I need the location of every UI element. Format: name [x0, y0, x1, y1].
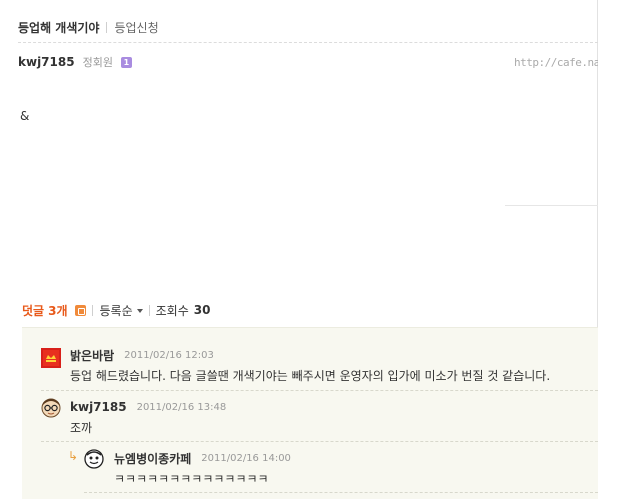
comment-list: 밝은바람 2011/02/16 12:03 등업 해드렸습니다. 다음 글쓸땐 …: [22, 327, 598, 499]
views-count: 30: [193, 303, 211, 317]
comment-count: 3개: [48, 303, 68, 318]
body-divider: [505, 205, 598, 206]
comment-date: 2011/02/16 14:00: [201, 452, 291, 464]
comment-item: 밝은바람 2011/02/16 12:03 등업 해드렸습니다. 다음 글쓸땐 …: [70, 347, 550, 384]
level-badge-icon: 1: [120, 56, 132, 68]
comment-author-link[interactable]: 밝은바람: [70, 347, 114, 364]
chevron-down-icon: [136, 309, 143, 313]
comment-divider: [84, 492, 598, 493]
comment-divider: [41, 441, 598, 442]
header-divider: [18, 42, 598, 43]
comment-text: ㅋㅋㅋㅋㅋㅋㅋㅋㅋㅋㅋㅋㅋㅋ: [114, 472, 269, 486]
author-row: kwj7185 정회원 1: [18, 53, 132, 71]
comment-date: 2011/02/16 13:48: [136, 401, 227, 413]
comment-toggle-icon[interactable]: [75, 304, 87, 316]
comment-author-link[interactable]: kwj7185: [70, 400, 127, 414]
post-body: &: [20, 109, 30, 123]
post-url-link[interactable]: http://cafe.naver: [514, 56, 598, 69]
cafe-post-frame: 등업해 개색기야 등업신청 kwj7185 정회원 1 http://cafe.…: [0, 0, 598, 499]
comment-date: 2011/02/16 12:03: [124, 349, 214, 361]
comment-bar: 덧글 3개 등록순 조회수 30: [22, 300, 210, 320]
sort-dropdown[interactable]: 등록순: [99, 302, 143, 319]
comment-bar-divider: [92, 304, 94, 316]
comment-bar-divider: [148, 304, 150, 316]
reply-arrow-icon: ↳: [68, 449, 79, 463]
manager-crown-icon: [41, 348, 61, 368]
views-label: 조회수: [155, 303, 189, 318]
post-title-row: 등업해 개색기야 등업신청: [18, 17, 159, 37]
post-title: 등업해 개색기야: [18, 20, 100, 35]
member-level: 정회원: [82, 56, 113, 69]
comment-text: 조까: [70, 421, 93, 435]
comment-divider: [41, 390, 598, 391]
title-divider: [106, 21, 108, 33]
post-category-link[interactable]: 등업신청: [114, 19, 158, 36]
post-author-link[interactable]: kwj7185: [18, 55, 75, 69]
cartoon-face-icon: [84, 449, 104, 469]
comment-text: 등업 해드렸습니다. 다음 글쓸땐 개색기야는 빼주시면 운영자의 입가에 미소…: [70, 369, 551, 383]
glasses-face-icon: [41, 398, 61, 418]
sort-label: 등록순: [99, 303, 133, 318]
comment-label-link[interactable]: 덧글: [22, 302, 44, 319]
comment-author-link[interactable]: 뉴엠병이종카페: [114, 450, 191, 467]
comment-item: kwj7185 2011/02/16 13:48 조까: [70, 399, 226, 436]
reply-item: 뉴엠병이종카페 2011/02/16 14:00 ㅋㅋㅋㅋㅋㅋㅋㅋㅋㅋㅋㅋㅋㅋ: [114, 450, 291, 487]
